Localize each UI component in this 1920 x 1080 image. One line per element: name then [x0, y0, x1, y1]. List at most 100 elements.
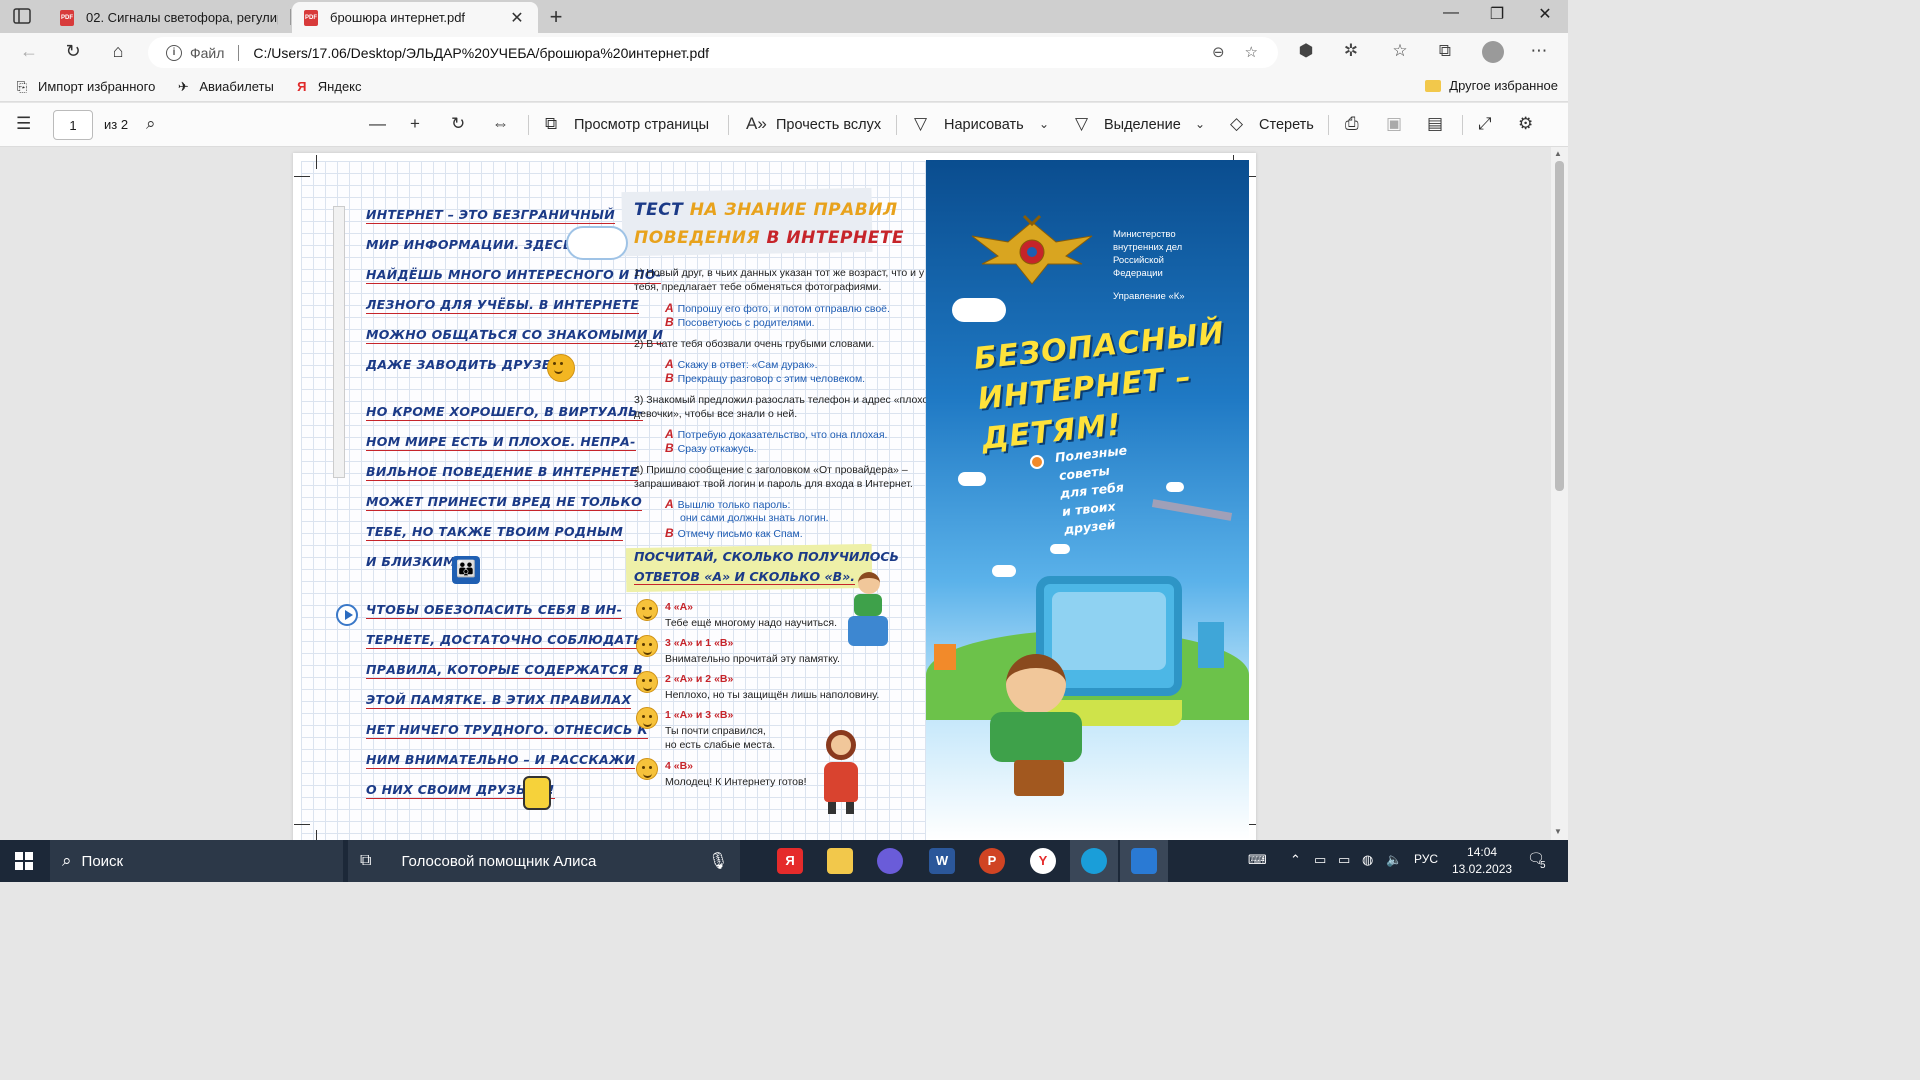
page-view-icon[interactable]: ⧉ — [545, 114, 557, 136]
collections-icon[interactable]: ⧉ — [1433, 41, 1457, 63]
zoom-out-icon[interactable]: — — [369, 114, 386, 136]
file-explorer-icon[interactable] — [827, 848, 853, 874]
fit-width-icon[interactable]: ⇔ — [492, 114, 509, 136]
answer-text: Посоветуюсь с родителями. — [677, 317, 815, 329]
planet-icon — [1030, 455, 1044, 469]
highlight-icon[interactable]: ▽ — [1075, 114, 1088, 136]
windows-start-icon[interactable] — [15, 852, 33, 870]
answer-b: В Отмечу письмо как Спам. — [665, 526, 803, 541]
chevron-up-icon[interactable]: ⌃ — [1290, 852, 1301, 868]
answer-letter: В — [665, 371, 674, 385]
close-tab-icon[interactable]: ✕ — [508, 8, 526, 28]
battery-icon[interactable]: ▭ — [1338, 852, 1350, 868]
word-icon[interactable]: W — [929, 848, 955, 874]
fav-label: Яндекс — [317, 79, 362, 94]
zoom-out-icon[interactable]: ⊖ — [1212, 43, 1225, 61]
highlight-button[interactable]: Выделение — [1104, 117, 1181, 133]
search-placeholder: Поиск — [81, 852, 124, 870]
home-icon[interactable]: ⌂ — [105, 41, 131, 63]
minimize-button[interactable]: — — [1428, 4, 1474, 22]
read-aloud-button[interactable]: Прочесть вслух — [776, 117, 881, 133]
more-menu-icon[interactable]: ⋯ — [1527, 41, 1551, 63]
yandex-browser-icon[interactable]: Я — [777, 848, 803, 874]
viewer-scrollbar[interactable]: ▲ ▼ — [1551, 147, 1568, 840]
edge-browser-icon[interactable] — [1081, 848, 1107, 874]
answer-b: В Сразу откажусь. — [665, 441, 757, 456]
rotate-icon[interactable]: ↻ — [451, 114, 465, 136]
scroll-up-icon[interactable]: ▲ — [1554, 149, 1562, 158]
yandex-icon[interactable]: Y — [1030, 848, 1056, 874]
fav-yandex[interactable]: Я Яндекс — [294, 79, 362, 95]
save-as-icon[interactable]: ▤ — [1427, 114, 1443, 136]
answer-b: В Прекращу разговор с этим человеком. — [665, 371, 865, 386]
intro-text-line: Чтобы обезопасить себя в Ин- — [366, 602, 623, 619]
toolbar-divider — [1462, 115, 1463, 135]
notification-count: 5 — [1540, 860, 1546, 871]
print-icon[interactable]: ⎙ — [1345, 114, 1359, 136]
avatar[interactable] — [1482, 41, 1504, 63]
photos-icon[interactable] — [1131, 848, 1157, 874]
scroll-down-icon[interactable]: ▼ — [1554, 827, 1562, 836]
alisa-voice-assistant[interactable]: ⧉ Голосовой помощник Алиса 🎙 — [348, 840, 740, 882]
scroll-thumb[interactable] — [1555, 161, 1564, 491]
page-number-input[interactable]: 1 — [53, 110, 93, 140]
tab-signals-pdf[interactable]: PDF 02. Сигналы светофора, регулир — [48, 2, 290, 33]
intro-text-line: вильное поведение в Интернете — [366, 464, 639, 481]
shield-icon[interactable]: ⬢ — [1294, 41, 1318, 63]
fav-import[interactable]: ⎘ Импорт избранного — [14, 78, 156, 95]
extensions-icon[interactable]: ✲ — [1339, 41, 1363, 63]
play-icon[interactable] — [336, 604, 358, 626]
search-icon[interactable]: ⌕ — [146, 114, 156, 136]
tab-brochure-pdf[interactable]: PDF брошюра интернет.pdf ✕ — [292, 2, 538, 33]
back-icon[interactable]: ← — [16, 41, 42, 63]
powerpoint-icon[interactable]: P — [979, 848, 1005, 874]
info-icon[interactable]: i — [166, 44, 182, 61]
refresh-icon[interactable]: ↻ — [60, 41, 86, 63]
answer-a: А Потребую доказательство, что она плохая… — [665, 427, 887, 442]
keyboard-icon[interactable]: ⌨ — [1248, 852, 1267, 868]
zoom-in-icon[interactable]: + — [410, 114, 420, 136]
chevron-down-icon[interactable]: ⌄ — [1039, 117, 1049, 139]
new-tab-button[interactable]: + — [544, 4, 568, 30]
draw-button[interactable]: Нарисовать — [944, 117, 1024, 133]
draw-icon[interactable]: ▽ — [914, 114, 927, 136]
answer-text: Прекращу разговор с этим человеком. — [677, 373, 866, 385]
close-window-button[interactable]: ✕ — [1522, 4, 1568, 24]
clock[interactable]: 14:04 13.02.2023 — [1452, 844, 1512, 878]
save-icon[interactable]: ▣ — [1386, 114, 1402, 136]
import-icon: ⎘ — [16, 78, 28, 94]
url-field[interactable]: i Файл C:/Users/17.06/Desktop/ЭЛЬДАР%20У… — [148, 37, 1278, 68]
tab-actions-icon[interactable] — [12, 7, 32, 25]
read-aloud-icon[interactable]: A» — [746, 114, 767, 136]
question-text: девочки», чтобы все знали о ней. — [634, 408, 798, 420]
favorite-star-icon[interactable]: ☆ — [1245, 43, 1258, 61]
network-globe-icon[interactable]: ◍ — [1362, 852, 1373, 868]
tab-separator — [290, 9, 291, 25]
favorites-icon[interactable]: ☆ — [1388, 41, 1412, 63]
department-label: Управление «К» — [1113, 291, 1185, 302]
crop-mark — [316, 830, 317, 840]
copilot-icon[interactable] — [877, 848, 903, 874]
contents-icon[interactable]: ☰ — [16, 114, 31, 136]
settings-gear-icon[interactable]: ⚙ — [1518, 114, 1533, 136]
question-text: 3) Знакомый предложил разослать телефон … — [634, 394, 935, 406]
intro-text-line: мир информации. Здесь ты — [366, 237, 600, 252]
other-favorites[interactable]: Другое избранное — [1425, 78, 1558, 93]
chevron-down-icon[interactable]: ⌄ — [1195, 117, 1205, 139]
microphone-icon[interactable]: 🎙 — [708, 851, 728, 871]
device-icon[interactable]: ▭ — [1314, 852, 1326, 868]
erase-button[interactable]: Стереть — [1259, 117, 1314, 133]
count-line-2: ответов «А» и сколько «В». — [634, 569, 855, 585]
girl-illustration — [812, 730, 868, 814]
eraser-icon[interactable]: ◇ — [1230, 114, 1243, 136]
fav-aviatickets[interactable]: ✈ Авиабилеты — [175, 79, 274, 95]
fullscreen-icon[interactable]: ⤢ — [1478, 114, 1492, 136]
page-view-button[interactable]: Просмотр страницы — [574, 117, 709, 133]
question-text: тебя, предлагает тебе обменяться фотогра… — [634, 281, 882, 293]
taskbar-search[interactable]: ⌕ Поиск — [50, 840, 343, 882]
tab-title: 02. Сигналы светофора, регулир — [86, 10, 278, 25]
result-score: 2 «А» и 2 «В» — [665, 673, 734, 685]
volume-icon[interactable]: 🔈 — [1386, 852, 1402, 868]
restore-button[interactable]: ❐ — [1474, 4, 1520, 24]
language-indicator[interactable]: РУС — [1414, 852, 1438, 866]
